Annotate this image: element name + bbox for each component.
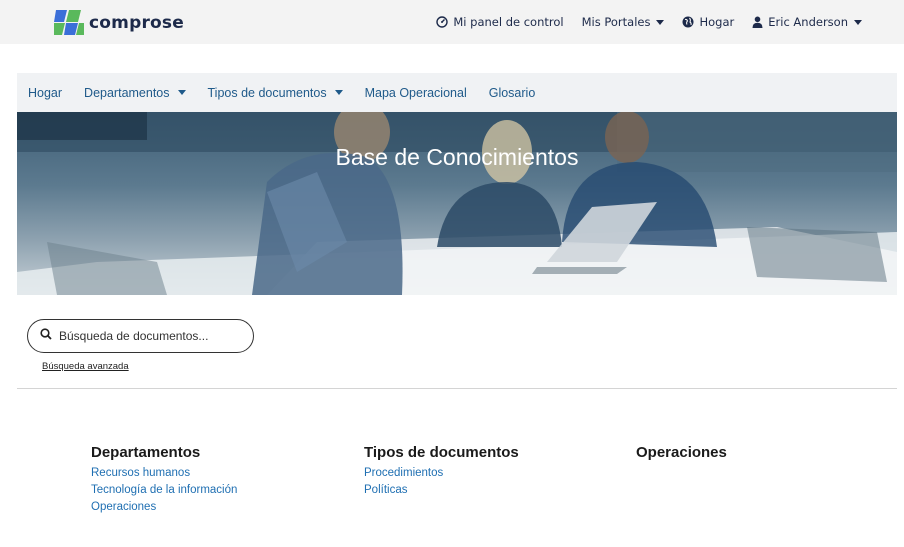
chevron-down-icon [854, 19, 862, 25]
search-input[interactable] [59, 329, 239, 343]
section-title: Tipos de documentos [364, 444, 519, 461]
brand-name: comprose [89, 12, 184, 33]
chevron-down-icon [334, 90, 343, 95]
home-link[interactable]: Hogar [682, 15, 734, 29]
nav-label: Departamentos [84, 85, 170, 100]
search-box[interactable] [27, 319, 254, 353]
top-bar: comprose Mi panel de control Mis Portale… [0, 0, 904, 44]
advanced-search-link[interactable]: Búsqueda avanzada [42, 361, 129, 372]
nav-item-tipos-de-documentos[interactable]: Tipos de documentos [197, 86, 354, 100]
nav-label: Mapa Operacional [364, 85, 467, 100]
nav-item-mapa-operacional[interactable]: Mapa Operacional [354, 86, 478, 100]
nav-label: Glosario [488, 85, 536, 100]
home-label: Hogar [699, 15, 735, 29]
chevron-down-icon [177, 90, 186, 95]
section-title: Departamentos [91, 444, 201, 461]
hero-background-image [17, 112, 897, 295]
link-recursos-humanos[interactable]: Recursos humanos [91, 465, 237, 482]
search-icon [40, 327, 52, 345]
nav-label: Tipos de documentos [207, 85, 327, 100]
portals-menu[interactable]: Mis Portales [582, 15, 665, 29]
chevron-down-icon [656, 19, 665, 25]
link-operaciones[interactable]: Operaciones [91, 499, 237, 516]
link-tecnologia[interactable]: Tecnología de la información [91, 482, 237, 499]
section-departamentos: Departamentos Recursos humanos Tecnologí… [91, 444, 237, 516]
portals-label: Mis Portales [581, 15, 651, 29]
globe-icon [682, 16, 694, 28]
top-nav: Mi panel de control Mis Portales Hogar E… [418, 0, 862, 44]
nav-label: Hogar [28, 85, 63, 100]
user-icon [752, 16, 763, 28]
brand-logo[interactable]: comprose [54, 9, 184, 36]
dashboard-icon [436, 16, 449, 28]
divider [17, 388, 897, 389]
logo-icon [54, 9, 84, 36]
nav-item-departamentos[interactable]: Departamentos [73, 86, 196, 100]
dashboard-label: Mi panel de control [453, 15, 564, 29]
section-operaciones: Operaciones [636, 444, 727, 465]
dashboard-link[interactable]: Mi panel de control [436, 15, 564, 29]
main-nav: Hogar Departamentos Tipos de documentos … [17, 73, 897, 112]
link-procedimientos[interactable]: Procedimientos [364, 465, 519, 482]
user-menu[interactable]: Eric Anderson [752, 15, 862, 29]
link-politicas[interactable]: Políticas [364, 482, 519, 499]
nav-item-hogar[interactable]: Hogar [17, 86, 73, 100]
section-tipos-de-documentos: Tipos de documentos Procedimientos Polít… [364, 444, 519, 499]
hero-banner: Base de Conocimientos [17, 112, 897, 295]
nav-item-glosario[interactable]: Glosario [478, 86, 547, 100]
section-title: Operaciones [636, 444, 727, 461]
page-title: Base de Conocimientos [335, 144, 579, 170]
user-name: Eric Anderson [768, 15, 848, 29]
